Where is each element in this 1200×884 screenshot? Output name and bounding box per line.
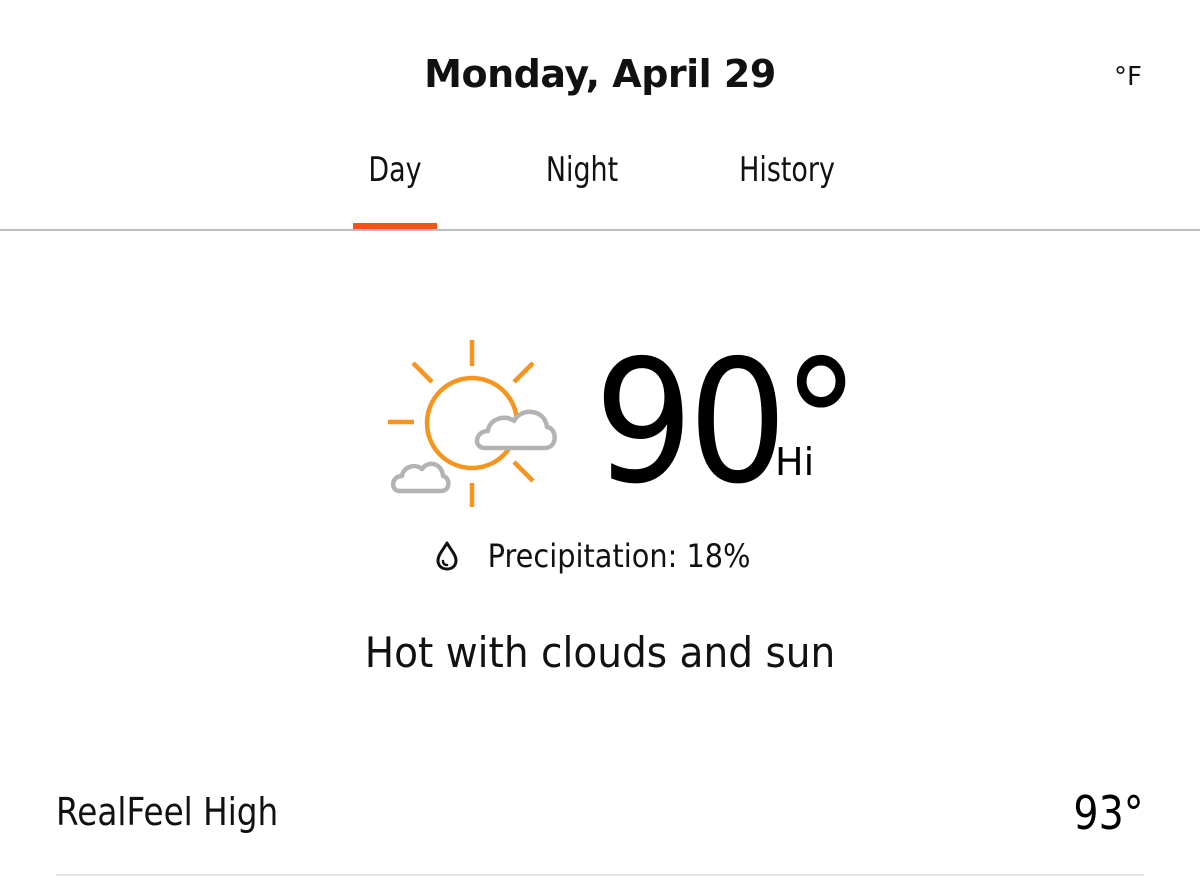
detail-row-realfeel-high: RealFeel High 93° — [56, 786, 1144, 876]
droplet-icon — [435, 541, 459, 571]
tab-day[interactable]: Day — [353, 150, 437, 232]
tab-history-label: History — [739, 150, 835, 190]
day-night-tabs: Day Night History — [0, 150, 1200, 232]
partly-sunny-icon — [383, 335, 563, 510]
precipitation-text: Precipitation: 18% — [487, 537, 751, 575]
tab-night-label: Night — [545, 150, 619, 190]
page-title: Monday, April 29 — [424, 52, 776, 96]
detail-value: 93° — [1073, 786, 1144, 840]
tabs-divider — [0, 229, 1200, 231]
tab-day-label: Day — [368, 150, 422, 190]
weather-phrase: Hot with clouds and sun — [0, 628, 1200, 677]
high-temperature-label: Hi — [775, 440, 815, 484]
tab-history[interactable]: History — [722, 150, 852, 232]
temperature-unit-toggle[interactable]: °F — [1114, 62, 1142, 92]
high-temperature: 90° — [594, 324, 860, 522]
detail-label: RealFeel High — [56, 790, 279, 834]
weather-phrase-text: Hot with clouds and sun — [364, 628, 836, 677]
tab-night[interactable]: Night — [532, 150, 632, 232]
precipitation-info: Precipitation: 18% — [0, 537, 1200, 575]
